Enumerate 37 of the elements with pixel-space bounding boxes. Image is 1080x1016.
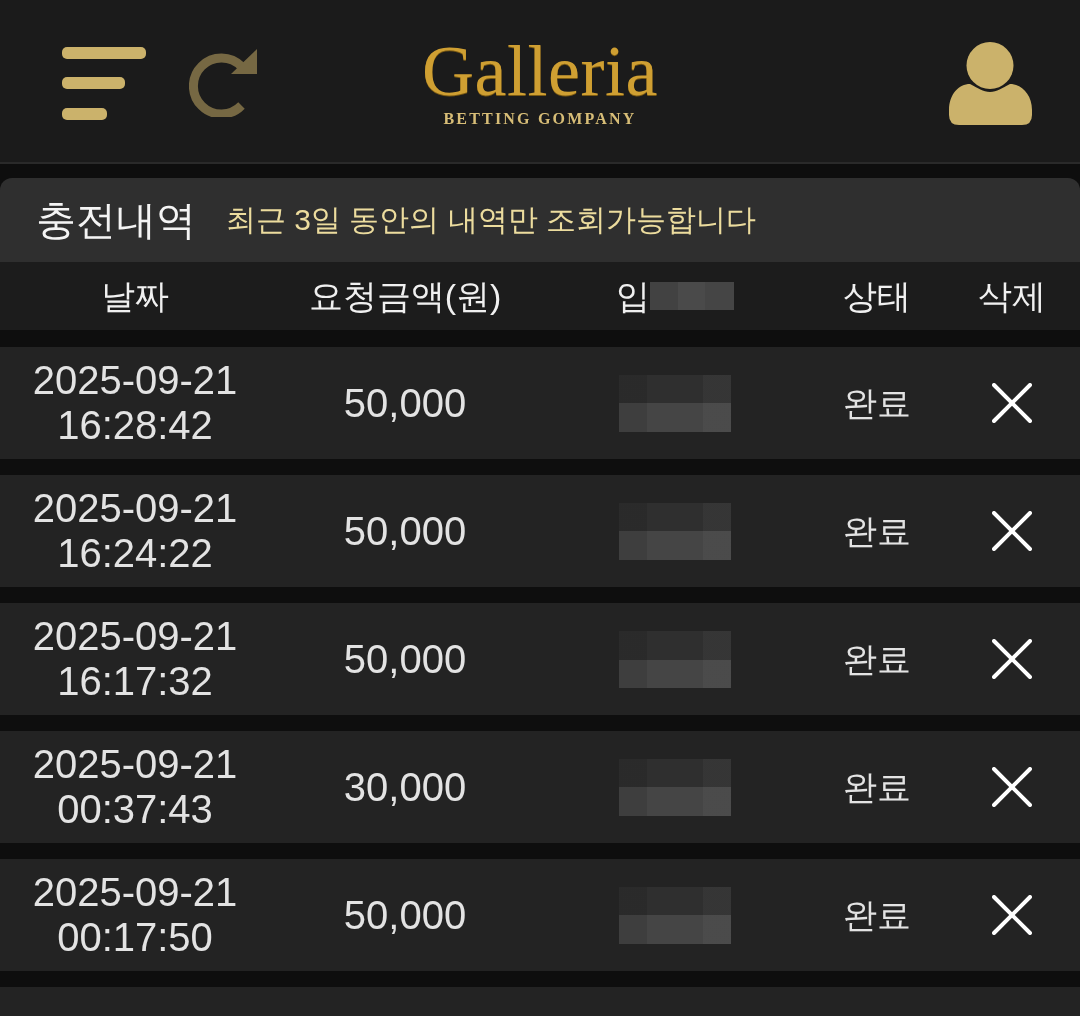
refresh-icon[interactable] bbox=[189, 49, 257, 117]
time-text: 16:28:42 bbox=[57, 403, 213, 448]
time-text: 00:37:43 bbox=[57, 787, 213, 832]
notice-text: 최근 3일 동안의 내역만 조회가능합니다 bbox=[226, 202, 757, 238]
status-text: 완료 bbox=[843, 894, 911, 936]
status-text: 완료 bbox=[843, 510, 911, 552]
cross-icon[interactable] bbox=[992, 511, 1032, 551]
column-header: 삭제 bbox=[978, 275, 1046, 317]
status-text: 완료 bbox=[843, 638, 911, 680]
column-header: 입 bbox=[616, 275, 650, 317]
date-text: 2025-09-21 bbox=[32, 614, 238, 659]
date-text: 2025-09-21 bbox=[32, 486, 238, 531]
date-text: 2025-09-21 bbox=[32, 870, 238, 915]
date-text: 2025-09-21 bbox=[32, 742, 238, 787]
cross-icon[interactable] bbox=[992, 767, 1032, 807]
time-text: 16:24:22 bbox=[57, 531, 213, 576]
time-text: 00:17:50 bbox=[57, 915, 213, 960]
column-header: 상태 bbox=[843, 275, 911, 317]
user-icon[interactable] bbox=[948, 41, 1032, 125]
column-header: 날짜 bbox=[101, 275, 169, 317]
amount-text: 50,000 bbox=[343, 508, 467, 555]
date-text: 2025-09-21 bbox=[32, 358, 238, 403]
panel-title: 충전내역 bbox=[36, 197, 196, 244]
menu-icon[interactable] bbox=[62, 46, 146, 120]
logo-tagline: BETTING GOMPANY bbox=[443, 110, 637, 127]
cross-icon[interactable] bbox=[992, 895, 1032, 935]
time-text: 16:17:32 bbox=[57, 659, 213, 704]
amount-text: 50,000 bbox=[343, 636, 467, 683]
logo-text: Galleria bbox=[422, 39, 658, 104]
cross-icon[interactable] bbox=[992, 639, 1032, 679]
cross-icon[interactable] bbox=[992, 383, 1032, 423]
amount-text: 30,000 bbox=[343, 764, 467, 811]
amount-text: 50,000 bbox=[343, 380, 467, 427]
status-text: 완료 bbox=[843, 382, 911, 424]
status-text: 완료 bbox=[843, 766, 911, 808]
amount-text: 50,000 bbox=[343, 892, 467, 939]
column-header: 요청금액(원) bbox=[308, 275, 502, 317]
